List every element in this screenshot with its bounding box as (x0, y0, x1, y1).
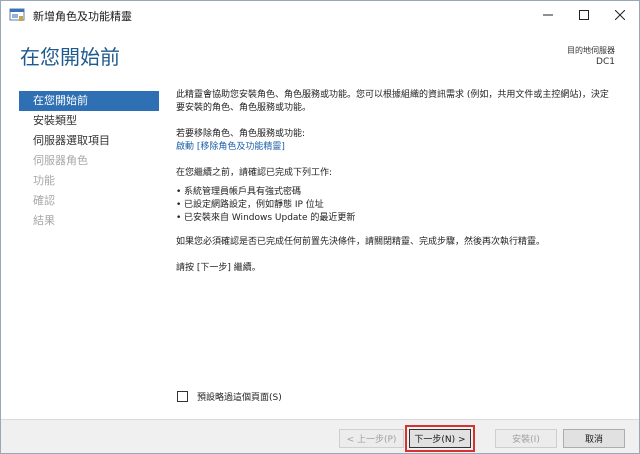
nav-item-before-you-begin[interactable]: 在您開始前 (19, 91, 159, 111)
skip-page-row[interactable]: 預設略過這個頁面(S) (177, 390, 282, 403)
install-button[interactable]: 安裝(I) (495, 429, 557, 448)
maximize-button[interactable] (566, 1, 602, 29)
remove-link-prefix: 啟動 (176, 142, 197, 152)
minimize-icon (543, 14, 553, 16)
remove-prompt: 若要移除角色、角色服務或功能: (176, 129, 306, 139)
task-list: 系統管理員帳戶具有強式密碼 已設定網路設定，例如靜態 IP 位址 已安裝來自 W… (176, 186, 616, 225)
content-pane: 此精靈會協助您安裝角色、角色服務或功能。您可以根據組織的資訊需求 (例如，共用文… (176, 89, 616, 275)
task-item: 系統管理員帳戶具有強式密碼 (176, 186, 616, 199)
nav-item-confirmation: 確認 (33, 194, 55, 207)
nav-item-server-selection[interactable]: 伺服器選取項目 (19, 131, 159, 151)
wizard-window: 新增角色及功能精靈 在您開始前 目的地伺服器 DC1 在您開始前 安裝類型 伺服… (0, 0, 640, 454)
before-continue-text: 在您繼續之前，請確認已完成下列工作: (176, 168, 333, 178)
nav-item-results: 結果 (33, 214, 55, 227)
previous-button[interactable]: < 上一步(P) (339, 429, 404, 448)
remove-line: 啟動 [移除角色及功能精靈] (176, 141, 616, 154)
destination-server-label: 目的地伺服器 (567, 46, 615, 55)
task-item: 已安裝來自 Windows Update 的最近更新 (176, 212, 616, 225)
nav-item-features: 功能 (33, 174, 55, 187)
intro-text: 此精靈會協助您安裝角色、角色服務或功能。您可以根據組織的資訊需求 (例如，共用文… (176, 90, 609, 113)
task-item: 已設定網路設定，例如靜態 IP 位址 (176, 199, 616, 212)
nav-item-server-roles: 伺服器角色 (33, 154, 88, 167)
maximize-icon (579, 10, 589, 20)
wizard-nav: 在您開始前 安裝類型 伺服器選取項目 伺服器角色 功能 確認 結果 (19, 91, 159, 231)
server-manager-icon (9, 8, 25, 21)
continue-note: 請按 [下一步] 繼續。 (176, 263, 261, 273)
skip-page-label[interactable]: 預設略過這個頁面(S) (197, 390, 282, 403)
next-button[interactable]: 下一步(N) > (409, 429, 471, 448)
remove-roles-wizard-link[interactable]: [移除角色及功能精靈] (197, 142, 285, 152)
minimize-button[interactable] (530, 1, 566, 29)
close-icon (615, 10, 625, 20)
skip-page-checkbox[interactable] (177, 391, 188, 402)
window-title: 新增角色及功能精靈 (33, 10, 132, 23)
cancel-button[interactable]: 取消 (563, 429, 625, 448)
verify-note: 如果您必須確認是否已完成任何前置先決條件，請關閉精靈、完成步驟，然後再次執行精靈… (176, 237, 546, 247)
destination-server-value: DC1 (596, 57, 615, 67)
nav-item-installation-type[interactable]: 安裝類型 (19, 111, 159, 131)
page-title: 在您開始前 (20, 45, 120, 69)
title-bar[interactable]: 新增角色及功能精靈 (1, 1, 639, 29)
close-button[interactable] (602, 1, 638, 29)
